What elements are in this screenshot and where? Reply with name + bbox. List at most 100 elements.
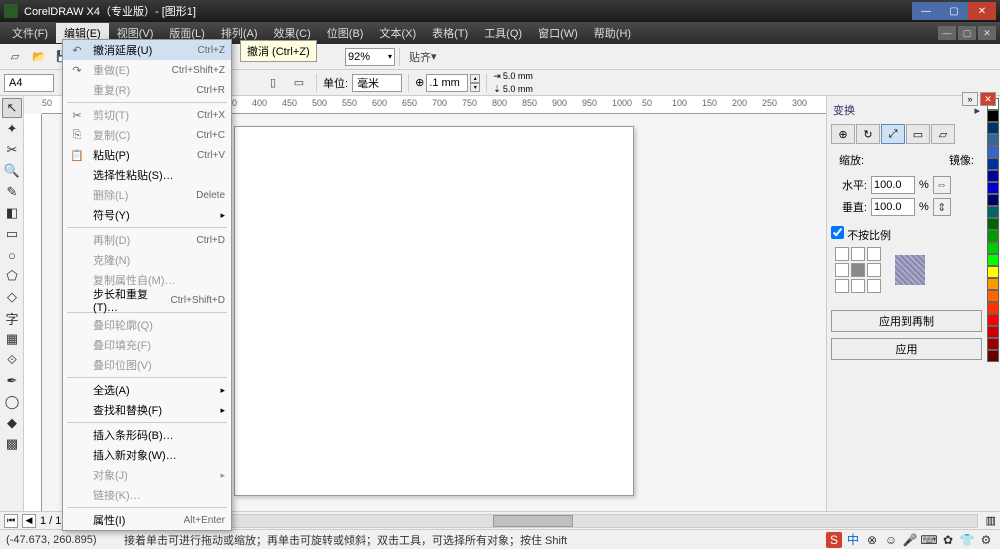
eyedropper-tool[interactable]: ✒ — [2, 371, 22, 391]
polygon-tool[interactable]: ⬠ — [2, 266, 22, 286]
menu-item[interactable]: 符号(Y)▸ — [63, 205, 231, 225]
unit-combo[interactable]: 毫米 — [352, 74, 402, 92]
color-swatch[interactable] — [987, 254, 999, 266]
anchor-grid[interactable] — [835, 247, 881, 293]
doc-max[interactable]: ▢ — [958, 26, 976, 40]
crop-tool[interactable]: ✂ — [2, 140, 22, 160]
close-button[interactable]: ✕ — [968, 2, 996, 20]
color-swatch[interactable] — [987, 326, 999, 338]
shape-tool[interactable]: ✦ — [2, 119, 22, 139]
tray-icon[interactable]: ✿ — [940, 532, 956, 548]
menu-11[interactable]: 帮助(H) — [586, 23, 639, 43]
menu-item[interactable]: 选择性粘贴(S)… — [63, 165, 231, 185]
menu-item[interactable]: 插入条形码(B)… — [63, 425, 231, 445]
palette-nav-icon[interactable]: ▥ — [986, 514, 996, 527]
menu-9[interactable]: 工具(Q) — [476, 23, 530, 43]
color-swatch[interactable] — [987, 290, 999, 302]
color-swatch[interactable] — [987, 146, 999, 158]
dup-x-spin[interactable]: ⇥5.0 mm — [493, 70, 533, 83]
color-swatch[interactable] — [987, 266, 999, 278]
smart-fill-tool[interactable]: ◧ — [2, 203, 22, 223]
docker-collapse[interactable]: » — [962, 92, 978, 106]
color-swatch[interactable] — [987, 218, 999, 230]
fill-tool[interactable]: ◆ — [2, 413, 22, 433]
zoom-tool[interactable]: 🔍 — [2, 161, 22, 181]
color-swatch[interactable] — [987, 182, 999, 194]
open-button[interactable]: 📂 — [28, 46, 50, 68]
menu-item[interactable]: 📋粘贴(P)Ctrl+V — [63, 145, 231, 165]
color-swatch[interactable] — [987, 278, 999, 290]
pick-tool[interactable]: ↖ — [2, 98, 22, 118]
tab-scale[interactable]: ⤢ — [881, 124, 905, 144]
color-swatch[interactable] — [987, 122, 999, 134]
landscape-button[interactable]: ▭ — [288, 72, 310, 94]
mirror-v-button[interactable]: ⇕ — [933, 198, 951, 216]
paper-size-combo[interactable]: A4 — [4, 74, 54, 92]
freehand-tool[interactable]: ✎ — [2, 182, 22, 202]
h-input[interactable] — [871, 176, 915, 194]
snap-dropdown[interactable]: 贴齐 ▾ — [404, 46, 442, 68]
text-tool[interactable]: 字 — [2, 308, 22, 328]
menu-8[interactable]: 表格(T) — [424, 23, 476, 43]
color-swatch[interactable] — [987, 350, 999, 362]
menu-item[interactable]: 全选(A)▸ — [63, 380, 231, 400]
tray-icon[interactable]: ☺ — [883, 532, 899, 548]
tray-icon[interactable]: 🎤 — [902, 532, 918, 548]
outline-tool[interactable]: ◯ — [2, 392, 22, 412]
color-swatch[interactable] — [987, 194, 999, 206]
tray-icon[interactable]: ⌨ — [921, 532, 937, 548]
tray-icon[interactable]: S — [826, 532, 842, 548]
tab-position[interactable]: ⊕ — [831, 124, 855, 144]
rectangle-tool[interactable]: ▭ — [2, 224, 22, 244]
zoom-combo[interactable]: ▾ — [345, 48, 395, 66]
keep-ratio-checkbox[interactable]: 不按比例 — [831, 230, 891, 242]
menu-10[interactable]: 窗口(W) — [530, 23, 586, 43]
menu-item[interactable]: 属性(I)Alt+Enter — [63, 510, 231, 530]
color-swatch[interactable] — [987, 338, 999, 350]
tray-icon[interactable]: ⊗ — [864, 532, 880, 548]
tab-skew[interactable]: ▱ — [931, 124, 955, 144]
ellipse-tool[interactable]: ○ — [2, 245, 22, 265]
new-button[interactable]: ▱ — [4, 46, 26, 68]
tab-rotate[interactable]: ↻ — [856, 124, 880, 144]
apply-duplicate-button[interactable]: 应用到再制 — [831, 310, 982, 332]
menu-0[interactable]: 文件(F) — [4, 23, 56, 43]
maximize-button[interactable]: ▢ — [940, 2, 968, 20]
interactive-fill-tool[interactable]: ▩ — [2, 434, 22, 454]
tray-icon[interactable]: 👕 — [959, 532, 975, 548]
doc-close[interactable]: ✕ — [978, 26, 996, 40]
basic-shapes-tool[interactable]: ◇ — [2, 287, 22, 307]
h-scrollbar[interactable] — [170, 514, 978, 528]
color-swatch[interactable] — [987, 302, 999, 314]
docker-close[interactable]: ✕ — [980, 92, 996, 106]
tab-size[interactable]: ▭ — [906, 124, 930, 144]
menu-6[interactable]: 位图(B) — [319, 23, 372, 43]
color-swatch[interactable] — [987, 314, 999, 326]
color-swatch[interactable] — [987, 206, 999, 218]
color-swatch[interactable] — [987, 230, 999, 242]
page[interactable] — [234, 126, 634, 496]
apply-button[interactable]: 应用 — [831, 338, 982, 360]
tray-ime-icon[interactable]: 中 — [845, 532, 861, 548]
color-swatch[interactable] — [987, 110, 999, 122]
menu-item[interactable]: ↶撤消延展(U)Ctrl+Z — [63, 40, 231, 60]
prev-page[interactable]: ◀ — [22, 514, 36, 528]
menu-item[interactable]: 查找和替换(F)▸ — [63, 400, 231, 420]
table-tool[interactable]: ▦ — [2, 329, 22, 349]
v-input[interactable] — [871, 198, 915, 216]
color-swatch[interactable] — [987, 242, 999, 254]
nudge-spin[interactable]: ⊕▴▾ — [415, 74, 480, 92]
minimize-button[interactable]: — — [912, 2, 940, 20]
menu-item[interactable]: 步长和重复(T)…Ctrl+Shift+D — [63, 290, 231, 310]
zoom-input[interactable] — [348, 51, 378, 63]
menu-item[interactable]: 插入新对象(W)… — [63, 445, 231, 465]
first-page[interactable]: ⏮ — [4, 514, 18, 528]
color-swatch[interactable] — [987, 134, 999, 146]
dup-y-spin[interactable]: ⇣5.0 mm — [493, 83, 533, 96]
tray-icon[interactable]: ⚙ — [978, 532, 994, 548]
doc-min[interactable]: — — [938, 26, 956, 40]
color-swatch[interactable] — [987, 170, 999, 182]
portrait-button[interactable]: ▯ — [262, 72, 284, 94]
mirror-h-button[interactable]: ⇔ — [933, 176, 951, 194]
blend-tool[interactable]: ⟐ — [2, 350, 22, 370]
